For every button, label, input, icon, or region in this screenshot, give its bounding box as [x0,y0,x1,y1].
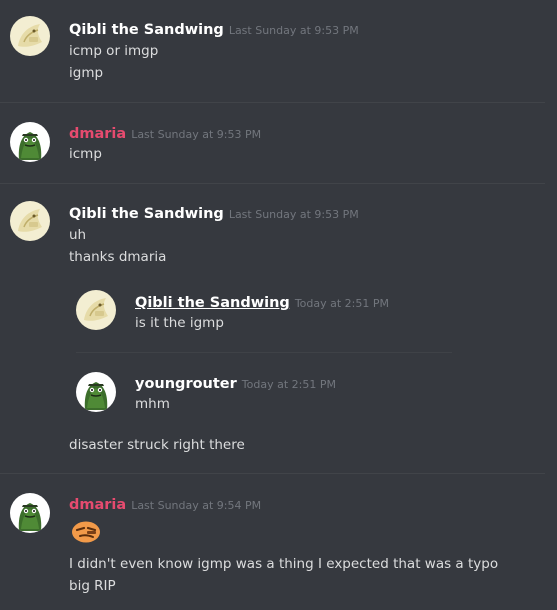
message-group: Qibli the Sandwing Last Sunday at 9:53 PM… [0,0,557,104]
quoted-message-text: is it the igmp [135,315,224,331]
green-monster-avatar-icon [10,493,50,533]
quoted-message-header: youngrouter Today at 2:51 PM [135,373,336,392]
message-text: disaster struck right there [69,437,245,453]
username[interactable]: dmaria [69,126,126,142]
dmaria-avatar[interactable] [10,493,50,533]
quoted-qibli-avatar[interactable] [76,290,116,330]
message-group: dmaria Last Sunday at 9:53 PM icmp [0,103,557,185]
timestamp: Last Sunday at 9:53 PM [228,24,359,37]
message-group: dmaria Last Sunday at 9:54 PM I didn't ev… [0,474,557,610]
sandwing-dragon-avatar-icon [10,201,50,241]
timestamp: Last Sunday at 9:53 PM [228,208,359,221]
message-text: igmp [69,65,104,81]
quoted-message-text: mhm [135,396,170,412]
dmaria-avatar[interactable] [10,122,50,162]
quoted-message-header: Qibli the Sandwing Today at 2:51 PM [135,292,389,311]
username[interactable]: Qibli the Sandwing [69,206,224,222]
message-header: Qibli the Sandwing Last Sunday at 9:53 PM [69,19,359,38]
quoted-username[interactable]: youngrouter [135,376,237,392]
message-header: Qibli the Sandwing Last Sunday at 9:53 PM [69,203,359,222]
username[interactable]: dmaria [69,497,126,513]
timestamp: Last Sunday at 9:54 PM [131,499,262,512]
quoted-youngrouter-avatar[interactable] [76,372,116,412]
green-monster-avatar-icon [76,372,116,412]
smirk-face-emoji-icon[interactable] [71,521,101,543]
message-text: I didn't even know igmp was a thing I ex… [69,556,499,572]
message-text: thanks dmaria [69,249,167,265]
timestamp: Today at 2:51 PM [241,378,336,391]
timestamp: Today at 2:51 PM [294,297,389,310]
message-text: uh [69,227,87,243]
chat-message-list: Qibli the Sandwing Last Sunday at 9:53 PM… [0,0,557,610]
message-text: big RIP [69,578,116,594]
sandwing-dragon-avatar-icon [76,290,116,330]
qibli-avatar[interactable] [10,16,50,56]
sandwing-dragon-avatar-icon [10,16,50,56]
quoted-username[interactable]: Qibli the Sandwing [135,295,290,311]
message-text: icmp [69,146,102,162]
qibli-avatar[interactable] [10,201,50,241]
message-text: icmp or imgp [69,43,159,59]
timestamp: Last Sunday at 9:53 PM [131,128,262,141]
message-header: dmaria Last Sunday at 9:53 PM [69,123,261,142]
green-monster-avatar-icon [10,122,50,162]
username[interactable]: Qibli the Sandwing [69,22,224,38]
quote-divider [76,352,452,353]
message-header: dmaria Last Sunday at 9:54 PM [69,494,261,513]
message-group: Qibli the Sandwing Last Sunday at 9:53 PM… [0,184,557,474]
